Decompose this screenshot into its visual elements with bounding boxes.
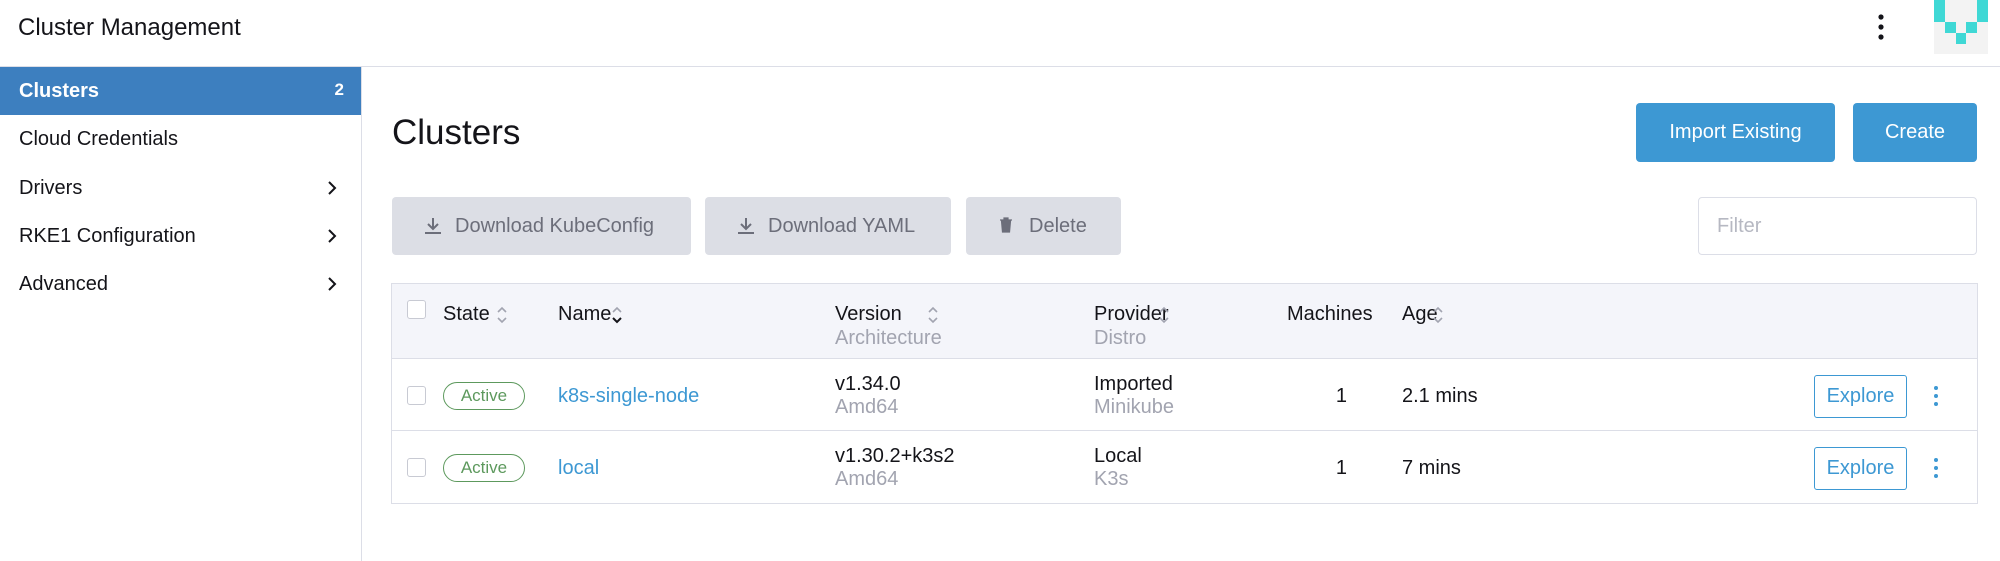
sidebar-item-clusters[interactable]: Clusters 2 (0, 67, 361, 115)
header-name[interactable]: Name (558, 302, 611, 326)
kebab-vertical-icon (1934, 458, 1938, 478)
kebab-vertical-icon (1934, 386, 1938, 406)
chevron-right-icon (328, 277, 337, 291)
app-header: Cluster Management (0, 0, 2000, 67)
cluster-version: v1.30.2+k3s2 (835, 445, 955, 467)
header-distro: Distro (1094, 327, 1147, 349)
row-actions-button[interactable] (1924, 378, 1948, 414)
cluster-distro: K3s (1094, 468, 1129, 490)
download-kubeconfig-label: Download KubeConfig (455, 215, 655, 237)
delete-label: Delete (1029, 215, 1087, 237)
sidebar-item-label: Drivers (19, 177, 83, 199)
sidebar-item-count: 2 (334, 80, 344, 99)
sidebar-item-label: Cloud Credentials (19, 128, 178, 150)
user-avatar-button[interactable] (1934, 0, 1988, 54)
select-all-checkbox[interactable] (407, 300, 426, 319)
cluster-architecture: Amd64 (835, 468, 899, 490)
cluster-version: v1.34.0 (835, 373, 901, 395)
sort-icon[interactable] (496, 305, 508, 325)
filter-input[interactable] (1698, 197, 1977, 255)
download-icon (738, 218, 754, 234)
download-yaml-label: Download YAML (768, 215, 916, 237)
sidebar: Clusters 2 Cloud Credentials Drivers RKE… (0, 67, 362, 561)
cluster-age: 7 mins (1402, 457, 1461, 479)
table-row: Active k8s-single-node v1.34.0 Amd64 Imp… (392, 360, 1977, 431)
trash-icon (1000, 217, 1012, 233)
header-menu-button[interactable] (1866, 8, 1896, 48)
chevron-right-icon (328, 181, 337, 195)
header-state[interactable]: State (443, 302, 490, 326)
user-avatar-icon (1934, 0, 1988, 54)
cluster-architecture: Amd64 (835, 396, 899, 418)
row-checkbox[interactable] (407, 386, 426, 405)
explore-button[interactable]: Explore (1814, 447, 1907, 490)
cluster-name-link[interactable]: local (558, 456, 599, 480)
cluster-machines: 1 (1335, 457, 1347, 479)
import-existing-button[interactable]: Import Existing (1636, 103, 1835, 162)
cluster-provider: Local (1094, 445, 1142, 467)
chevron-right-icon (328, 229, 337, 243)
sort-icon[interactable] (1158, 305, 1170, 325)
row-actions-button[interactable] (1924, 450, 1948, 486)
cluster-machines: 1 (1335, 385, 1347, 407)
cluster-age: 2.1 mins (1402, 385, 1478, 407)
download-yaml-button[interactable]: Download YAML (705, 197, 951, 255)
header-machines: Machines (1287, 303, 1373, 325)
sidebar-item-label: RKE1 Configuration (19, 225, 196, 247)
row-checkbox[interactable] (407, 458, 426, 477)
header-architecture: Architecture (835, 327, 942, 349)
clusters-table: State Name Version Architecture Provider… (391, 283, 1978, 504)
create-button[interactable]: Create (1853, 103, 1977, 162)
sort-icon[interactable] (927, 305, 939, 325)
status-badge: Active (443, 454, 525, 482)
sidebar-item-label: Clusters (19, 80, 100, 102)
sidebar-item-label: Advanced (19, 273, 108, 295)
sort-descending-icon[interactable] (611, 305, 623, 325)
download-icon (425, 218, 441, 234)
kebab-vertical-icon (1878, 14, 1884, 40)
explore-button[interactable]: Explore (1814, 375, 1907, 418)
download-kubeconfig-button[interactable]: Download KubeConfig (392, 197, 691, 255)
status-badge: Active (443, 382, 525, 410)
cluster-name-link[interactable]: k8s-single-node (558, 384, 699, 408)
cluster-provider: Imported (1094, 373, 1173, 395)
sidebar-item-advanced[interactable]: Advanced (0, 260, 361, 308)
sidebar-item-rke1-configuration[interactable]: RKE1 Configuration (0, 212, 361, 260)
delete-button[interactable]: Delete (966, 197, 1121, 255)
sort-icon[interactable] (1432, 305, 1444, 325)
app-title: Cluster Management (18, 14, 241, 41)
header-version[interactable]: Version (835, 302, 902, 326)
sidebar-item-cloud-credentials[interactable]: Cloud Credentials (0, 115, 361, 163)
cluster-distro: Minikube (1094, 396, 1175, 418)
table-row: Active local v1.30.2+k3s2 Amd64 Local K3… (392, 432, 1977, 503)
sidebar-item-drivers[interactable]: Drivers (0, 164, 361, 212)
page-title: Clusters (392, 113, 521, 152)
table-header: State Name Version Architecture Provider… (392, 284, 1977, 359)
